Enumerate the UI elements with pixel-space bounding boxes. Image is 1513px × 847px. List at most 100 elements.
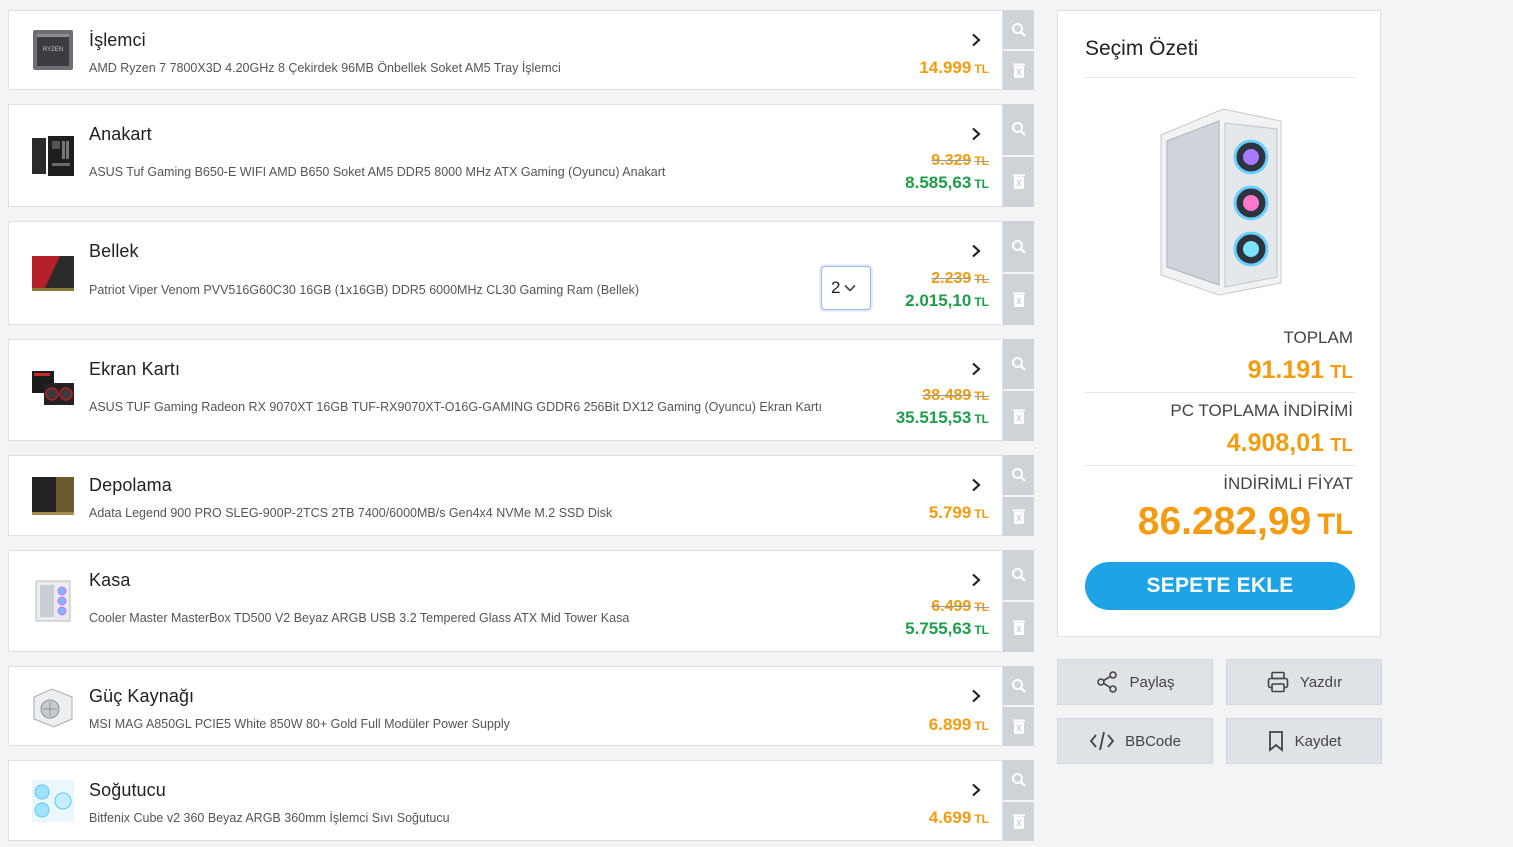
part-card[interactable]: RYZEN İşlemci AMD Ryzen 7 7800X3D 4.20GH… [8,10,1003,90]
final-amount: 86.282,99 [1137,500,1312,543]
part-description[interactable]: Patriot Viper Venom PVV516G60C30 16GB (1… [89,283,639,297]
pc-case-image [1160,108,1282,296]
price: 14.999 [919,58,972,77]
search-button[interactable] [1003,339,1034,389]
part-description[interactable]: ASUS Tuf Gaming B650-E WIFI AMD B650 Sok… [89,165,665,179]
currency: TL [974,600,989,614]
currency: TL [1330,434,1353,455]
trash-icon [1012,509,1025,524]
code-icon [1089,731,1115,751]
quantity-select[interactable]: 2 [821,266,871,310]
bbcode-button[interactable]: BBCode [1057,718,1213,764]
search-icon [1011,678,1026,693]
quantity-value: 2 [831,278,841,297]
remove-button[interactable] [1003,600,1034,652]
trash-icon [1012,409,1025,424]
part-description[interactable]: Cooler Master MasterBox TD500 V2 Beyaz A… [89,611,629,625]
remove-button[interactable] [1003,494,1034,536]
part-row-psu: Güç Kaynağı MSI MAG A850GL PCIE5 White 8… [8,666,1035,746]
printer-icon [1267,671,1289,693]
part-card[interactable]: Anakart ASUS Tuf Gaming B650-E WIFI AMD … [8,104,1003,207]
remove-button[interactable] [1003,49,1034,90]
selection-summary: Seçim Özeti TOPLAM 91.191 TL PC TOPLAMA İ… [1057,10,1381,637]
part-side-actions [1003,221,1034,325]
discount-value: 4.908,01 TL [1227,429,1353,458]
part-description[interactable]: Bitfenix Cube v2 360 Beyaz ARGB 360mm İş… [89,811,450,825]
price: 6.899 [928,715,972,734]
chevron-right-icon[interactable] [970,362,982,376]
chevron-right-icon[interactable] [970,689,982,703]
price-box: 2.239 TL 2.015,10 TL [905,271,989,310]
part-card[interactable]: Soğutucu Bitfenix Cube v2 360 Beyaz ARGB… [8,760,1003,841]
part-category: Anakart [89,124,152,144]
search-button[interactable] [1003,10,1034,49]
remove-button[interactable] [1003,799,1034,841]
search-button[interactable] [1003,760,1034,800]
part-card[interactable]: Güç Kaynağı MSI MAG A850GL PCIE5 White 8… [8,666,1003,746]
remove-button[interactable] [1003,154,1034,207]
search-button[interactable] [1003,455,1034,495]
discount-amount: 4.908,01 [1226,429,1325,457]
part-card[interactable]: Depolama Adata Legend 900 PRO SLEG-900P-… [8,455,1003,536]
part-description[interactable]: ASUS TUF Gaming Radeon RX 9070XT 16GB TU… [89,400,822,414]
currency: TL [974,719,989,733]
discount-label: PC TOPLAMA İNDİRİMİ [1170,401,1353,420]
part-row-cpu: RYZEN İşlemci AMD Ryzen 7 7800X3D 4.20GH… [8,10,1035,90]
search-icon [1011,357,1026,371]
old-price: 38.489 [922,387,972,404]
chevron-right-icon[interactable] [970,783,982,797]
part-description[interactable]: AMD Ryzen 7 7800X3D 4.20GHz 8 Çekirdek 9… [89,61,561,75]
ram-icon [32,256,74,291]
share-button[interactable]: Paylaş [1057,659,1213,705]
price: 5.755,63 [905,619,972,638]
part-side-actions [1003,104,1034,207]
print-button[interactable]: Yazdır [1226,659,1382,705]
remove-button[interactable] [1003,272,1034,325]
old-price: 2.239 [931,270,972,287]
part-card[interactable]: Bellek Patriot Viper Venom PVV516G60C30 … [8,221,1003,325]
bookmark-icon [1268,731,1283,752]
trash-icon [1012,620,1025,635]
share-icon [1097,671,1118,693]
search-icon [1011,568,1026,582]
remove-button[interactable] [1003,705,1034,746]
cpu-icon: RYZEN [33,30,73,70]
search-button[interactable] [1003,666,1034,705]
currency: TL [974,272,989,286]
search-icon [1011,772,1026,787]
total-amount: 91.191 [1247,356,1325,384]
search-icon [1011,22,1026,37]
chevron-right-icon[interactable] [970,244,982,258]
search-button[interactable] [1003,221,1034,272]
trash-icon [1012,174,1025,190]
search-button[interactable] [1003,550,1034,600]
divider [1085,77,1355,78]
part-description[interactable]: Adata Legend 900 PRO SLEG-900P-2TCS 2TB … [89,506,612,520]
price-box: 38.489 TL 35.515,53 TL [896,388,989,427]
old-price: 9.329 [931,152,972,169]
chevron-right-icon[interactable] [970,573,982,587]
final-price-value: 86.282,99 TL [1138,500,1353,544]
chevron-right-icon[interactable] [970,478,982,492]
ssd-icon [32,476,74,515]
part-side-actions [1003,10,1034,90]
chevron-right-icon[interactable] [970,33,982,47]
part-card[interactable]: Kasa Cooler Master MasterBox TD500 V2 Be… [8,550,1003,652]
final-price-label: İNDİRİMLİ FİYAT [1223,474,1353,493]
part-card[interactable]: Ekran Kartı ASUS TUF Gaming Radeon RX 90… [8,339,1003,441]
price: 35.515,53 [895,408,972,427]
add-to-cart-button[interactable]: SEPETE EKLE [1085,562,1355,610]
search-button[interactable] [1003,104,1034,155]
psu-icon [33,688,73,728]
divider [1085,465,1355,466]
trash-icon [1012,814,1025,829]
part-category: İşlemci [89,30,146,50]
chevron-right-icon[interactable] [970,127,982,141]
search-icon [1011,122,1026,137]
save-button[interactable]: Kaydet [1226,718,1382,764]
currency: TL [1330,361,1353,382]
part-category: Depolama [89,475,172,495]
part-row-memory: Bellek Patriot Viper Venom PVV516G60C30 … [8,221,1035,325]
part-description[interactable]: MSI MAG A850GL PCIE5 White 850W 80+ Gold… [89,717,510,731]
remove-button[interactable] [1003,389,1034,441]
